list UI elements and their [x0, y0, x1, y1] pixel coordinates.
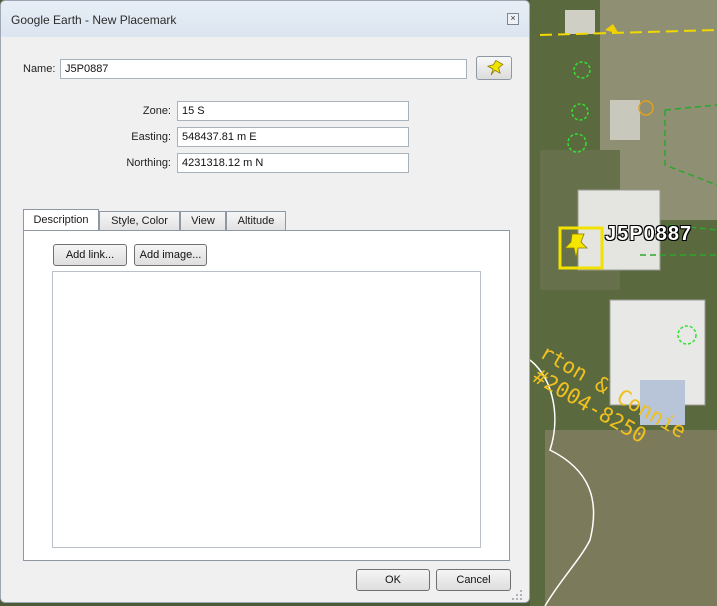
resize-grip-icon[interactable]: [511, 589, 523, 601]
placemark-icon-button[interactable]: [476, 56, 512, 80]
tab-view[interactable]: View: [180, 211, 226, 231]
zone-input[interactable]: 15 S: [177, 101, 409, 121]
description-textarea[interactable]: [52, 271, 481, 548]
name-input[interactable]: J5P0887: [60, 59, 467, 79]
close-button[interactable]: ×: [507, 13, 519, 25]
easting-label: Easting:: [131, 131, 171, 143]
zone-label: Zone:: [142, 105, 171, 117]
dialog-title: Google Earth - New Placemark: [11, 13, 177, 27]
tab-description[interactable]: Description: [23, 209, 99, 231]
placemark-label[interactable]: J5P0887: [605, 223, 692, 246]
add-image-button[interactable]: Add image...: [134, 244, 207, 266]
description-panel: Add link... Add image...: [23, 230, 510, 561]
name-label: Name:: [23, 63, 56, 75]
cancel-button[interactable]: Cancel: [436, 569, 511, 591]
new-placemark-dialog: Google Earth - New Placemark × Name: J5P…: [0, 0, 530, 603]
northing-label: Northing:: [126, 157, 171, 169]
tab-style-color[interactable]: Style, Color: [99, 211, 180, 231]
title-bar[interactable]: Google Earth - New Placemark ×: [1, 1, 529, 37]
tab-altitude[interactable]: Altitude: [226, 211, 286, 231]
northing-input[interactable]: 4231318.12 m N: [177, 153, 409, 173]
add-link-button[interactable]: Add link...: [53, 244, 127, 266]
dialog-body: Name: J5P0887 Zone: 15 S Easting: 548437…: [7, 37, 523, 597]
ok-button[interactable]: OK: [356, 569, 430, 591]
pushpin-icon: [486, 60, 504, 76]
easting-input[interactable]: 548437.81 m E: [177, 127, 409, 147]
